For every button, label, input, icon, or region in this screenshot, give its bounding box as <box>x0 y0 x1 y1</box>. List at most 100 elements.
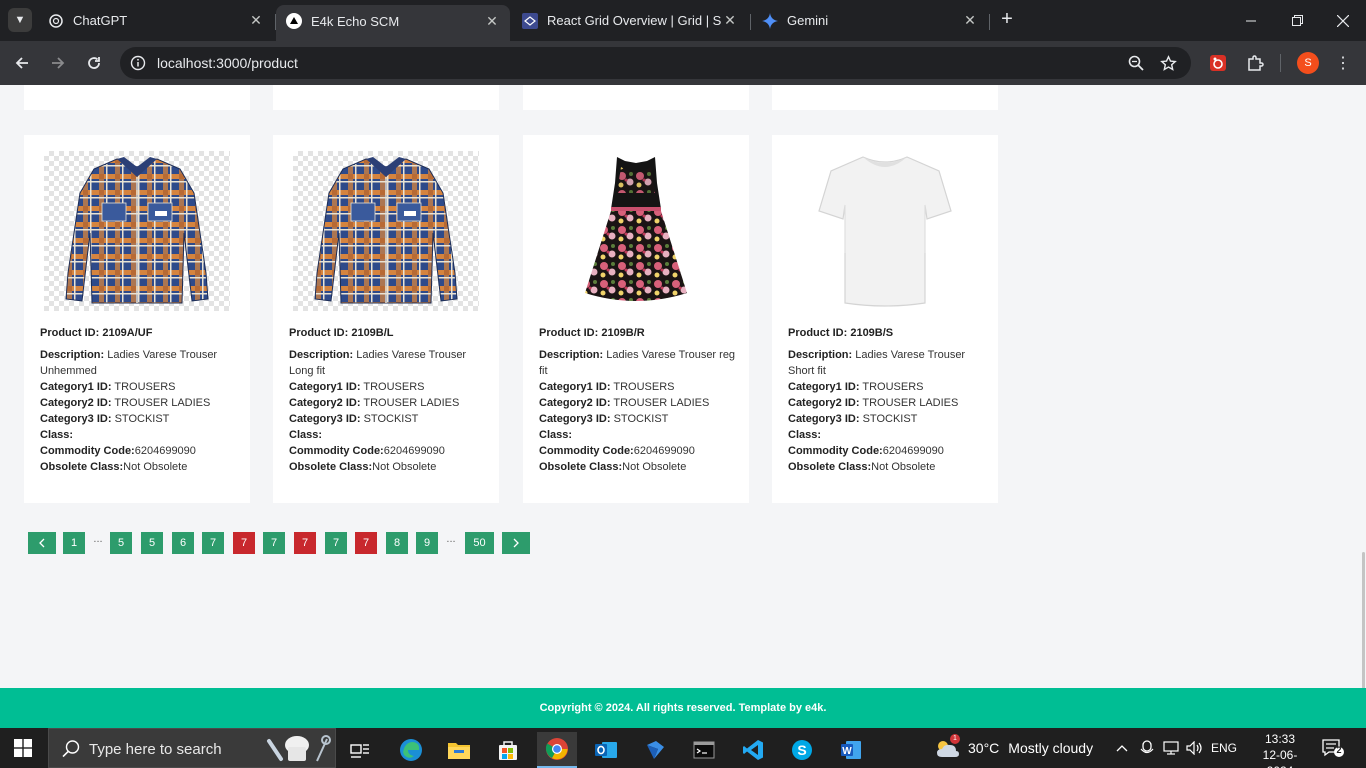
skype-icon[interactable]: S <box>782 732 822 768</box>
page-button[interactable]: 50 <box>465 532 494 554</box>
clock-time: 13:33 <box>1264 732 1296 746</box>
meet-now-icon[interactable] <box>1138 738 1156 758</box>
field-label: Category2 ID: <box>289 397 361 409</box>
windows-taskbar: Type here to search S W 1 30°C Mostly cl… <box>0 728 1366 768</box>
weather-alert-badge: 1 <box>950 734 960 744</box>
category3-value: STOCKIST <box>360 413 419 425</box>
back-button[interactable] <box>10 51 34 75</box>
page-button[interactable]: 5 <box>110 532 132 554</box>
forward-button[interactable] <box>46 51 70 75</box>
tab-chatgpt[interactable]: ChatGPT ✕ <box>38 5 274 36</box>
tab-search-button[interactable]: ▼ <box>8 8 32 32</box>
restore-button[interactable] <box>1274 0 1320 41</box>
microsoft-store-icon[interactable] <box>488 732 528 768</box>
outlook-icon[interactable] <box>586 732 626 768</box>
edge-icon[interactable] <box>391 732 431 768</box>
close-icon[interactable]: ✕ <box>484 13 500 30</box>
new-tab-button[interactable]: + <box>997 9 1017 29</box>
svg-text:W: W <box>842 746 852 757</box>
minimize-button[interactable] <box>1228 0 1274 41</box>
page-button[interactable]: 1 <box>63 532 85 554</box>
field-label: Category1 ID: <box>788 381 860 393</box>
site-info-icon[interactable] <box>126 51 150 75</box>
language-indicator[interactable]: ENG <box>1210 738 1238 758</box>
terminal-icon[interactable] <box>684 732 724 768</box>
field-label: Obsolete Class: <box>539 461 623 473</box>
tab-react-grid[interactable]: React Grid Overview | Grid | Sm ✕ <box>512 5 748 36</box>
close-icon[interactable]: ✕ <box>962 12 978 29</box>
chevron-up-icon[interactable] <box>1114 738 1130 758</box>
category1-value: TROUSERS <box>360 381 425 393</box>
close-icon[interactable]: ✕ <box>722 12 738 29</box>
obsolete-class-value: Not Obsolete <box>622 461 687 473</box>
network-icon[interactable] <box>1161 738 1181 758</box>
product-details: Product ID: 2109B/L Description: Ladies … <box>289 325 489 475</box>
field-label: Class: <box>788 429 822 441</box>
field-label: Class: <box>539 429 573 441</box>
bookmark-star-icon[interactable] <box>1158 53 1178 73</box>
prev-page-button[interactable] <box>28 532 56 554</box>
product-card[interactable]: Product ID: 2109A/UF Description: Ladies… <box>24 135 250 503</box>
address-bar[interactable]: localhost:3000/product <box>120 47 1191 79</box>
product-card[interactable]: Product ID: 2109B/R Description: Ladies … <box>523 135 749 503</box>
taskbar-search-box[interactable]: Type here to search <box>48 728 336 768</box>
tab-e4k-echo-scm[interactable]: E4k Echo SCM ✕ <box>276 5 510 41</box>
product-id: Product ID: 2109B/S <box>788 327 894 339</box>
close-window-button[interactable] <box>1320 0 1366 41</box>
windows-start-icon[interactable] <box>14 739 32 757</box>
page-button[interactable]: 6 <box>172 532 194 554</box>
chrome-icon[interactable] <box>537 732 577 768</box>
page-button[interactable]: 5 <box>141 532 163 554</box>
product-image-plaid-shirt <box>293 151 479 311</box>
page-button[interactable]: 7 <box>202 532 224 554</box>
reload-button[interactable] <box>82 51 106 75</box>
page-button-active[interactable]: 7 <box>355 532 377 554</box>
obsolete-class-value: Not Obsolete <box>871 461 936 473</box>
field-label: Obsolete Class: <box>788 461 872 473</box>
tab-label: React Grid Overview | Grid | Sm <box>547 13 722 28</box>
category2-value: TROUSER LADIES <box>360 397 460 409</box>
word-icon[interactable]: W <box>831 732 871 768</box>
volume-icon[interactable] <box>1185 738 1205 758</box>
zoom-icon[interactable] <box>1126 53 1146 73</box>
category1-value: TROUSERS <box>610 381 675 393</box>
azure-data-studio-icon[interactable] <box>635 732 675 768</box>
tab-label: Gemini <box>787 13 829 28</box>
page-button-active[interactable]: 7 <box>294 532 316 554</box>
product-card[interactable]: Product ID: 2109B/S Description: Ladies … <box>772 135 998 503</box>
vscode-icon[interactable] <box>733 732 773 768</box>
product-image-floral-dress <box>543 151 729 311</box>
commodity-code-value: 6204699090 <box>633 445 695 457</box>
field-label: Category1 ID: <box>539 381 611 393</box>
next-page-button[interactable] <box>502 532 530 554</box>
product-card[interactable]: Product ID: 2109B/L Description: Ladies … <box>273 135 499 503</box>
browser-tab-strip: ▼ ChatGPT ✕ E4k Echo SCM ✕ React Grid Ov… <box>0 0 1366 41</box>
field-label: Category1 ID: <box>289 381 361 393</box>
tab-divider <box>989 14 990 30</box>
task-view-icon[interactable] <box>340 732 380 768</box>
file-explorer-icon[interactable] <box>439 732 479 768</box>
product-id: Product ID: 2109A/UF <box>40 327 153 339</box>
chevron-left-icon <box>39 538 45 548</box>
url-path: :3000/product <box>212 55 298 71</box>
url-text[interactable]: localhost:3000/product <box>157 55 298 71</box>
page-button-active[interactable]: 7 <box>233 532 255 554</box>
weather-widget[interactable]: 1 30°C Mostly cloudy <box>934 734 1093 760</box>
profile-avatar[interactable]: S <box>1297 52 1319 74</box>
notifications-icon[interactable]: 2 <box>1322 738 1346 758</box>
field-label: Class: <box>289 429 323 441</box>
toolbar-divider <box>1280 54 1281 72</box>
page-button[interactable]: 7 <box>263 532 285 554</box>
tab-gemini[interactable]: Gemini ✕ <box>752 5 988 36</box>
page-button[interactable]: 9 <box>416 532 438 554</box>
triangle-icon <box>286 13 302 29</box>
close-icon[interactable]: ✕ <box>248 12 264 29</box>
extension-devtools-icon[interactable] <box>1207 52 1229 74</box>
page-button[interactable]: 7 <box>325 532 347 554</box>
page-button[interactable]: 8 <box>386 532 408 554</box>
product-image-white-tshirt <box>792 151 978 311</box>
more-menu-icon[interactable]: ⋮ <box>1335 51 1351 75</box>
extensions-puzzle-icon[interactable] <box>1244 52 1266 74</box>
system-clock[interactable]: 13:33 12-06-2024 <box>1252 731 1308 768</box>
field-label: Commodity Code: <box>289 445 384 457</box>
